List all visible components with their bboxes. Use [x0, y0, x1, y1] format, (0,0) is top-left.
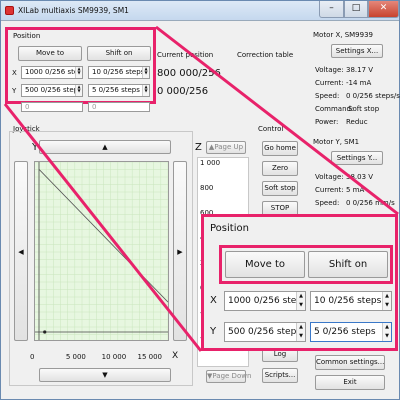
app-window: XILab multiaxis SM9939, SM1 – □ ✕ Positi… [0, 0, 400, 400]
zoomed-x-shift-value: 10 0/256 steps [314, 296, 382, 306]
spin-arrows-icon[interactable]: ▲ ▼ [382, 323, 391, 341]
zoomed-move-to-button[interactable]: Move to [225, 251, 305, 278]
zoomed-y-shift-value: 5 0/256 steps [314, 327, 376, 337]
spin-arrows-icon[interactable]: ▲ ▼ [296, 323, 305, 341]
spin-arrows-icon[interactable]: ▲ ▼ [296, 292, 305, 310]
zoomed-x-shift-input[interactable]: 10 0/256 steps ▲ ▼ [310, 291, 392, 311]
zoomed-x-move-input[interactable]: 1000 0/256 steps ▲ ▼ [224, 291, 306, 311]
zoomed-y-shift-input[interactable]: 5 0/256 steps ▲ ▼ [310, 322, 392, 342]
zoomed-y-move-value: 500 0/256 steps [228, 327, 301, 337]
zoomed-y-move-input[interactable]: 500 0/256 steps ▲ ▼ [224, 322, 306, 342]
zoomed-position-panel: Position Move to Shift on X 1000 0/256 s… [201, 214, 398, 351]
zoomed-shift-on-button[interactable]: Shift on [308, 251, 388, 278]
zoomed-position-label: Position [210, 223, 249, 234]
zoomed-y-axis-label: Y [210, 326, 217, 337]
zoomed-x-axis-label: X [210, 295, 217, 306]
zoomed-x-move-value: 1000 0/256 steps [228, 296, 306, 306]
spin-arrows-icon[interactable]: ▲ ▼ [382, 292, 391, 310]
